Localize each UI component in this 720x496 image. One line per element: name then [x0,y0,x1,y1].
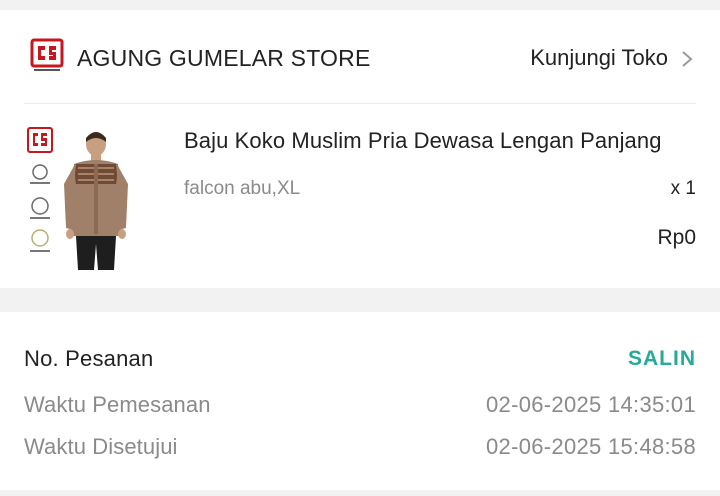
order-number-row: No. Pesanan SALIN [24,344,696,374]
product-price: Rp0 [657,226,696,249]
order-info-card: No. Pesanan SALIN Waktu Pemesanan 02-06-… [0,312,720,490]
order-time-label: Waktu Pemesanan [24,392,211,417]
store-logo-icon [30,38,64,71]
approved-time-row: Waktu Disetujui 02-06-2025 15:48:58 [24,432,696,462]
store-card: AGUNG GUMELAR STORE Kunjungi Toko Baju K… [0,10,720,288]
store-header: AGUNG GUMELAR STORE Kunjungi Toko [0,10,720,103]
copy-button[interactable]: SALIN [628,347,696,371]
order-time-row: Waktu Pemesanan 02-06-2025 14:35:01 [24,390,696,420]
product-quantity: x 1 [670,178,696,199]
product-title: Baju Koko Muslim Pria Dewasa Lengan Panj… [184,128,662,153]
approved-time-label: Waktu Disetujui [24,434,178,459]
product-image [24,124,164,272]
order-number-label: No. Pesanan [24,346,154,371]
visit-store-label: Kunjungi Toko [530,45,668,70]
visit-store-button[interactable]: Kunjungi Toko [530,43,694,73]
chevron-right-icon [682,51,693,67]
store-name: AGUNG GUMELAR STORE [77,45,371,71]
order-time-value: 02-06-2025 14:35:01 [486,392,696,417]
bottom-spacer [0,490,720,496]
product-variant: falcon abu,XL [184,178,301,199]
product-item[interactable]: Baju Koko Muslim Pria Dewasa Lengan Panj… [0,104,720,288]
approved-time-value: 02-06-2025 15:48:58 [486,434,696,459]
